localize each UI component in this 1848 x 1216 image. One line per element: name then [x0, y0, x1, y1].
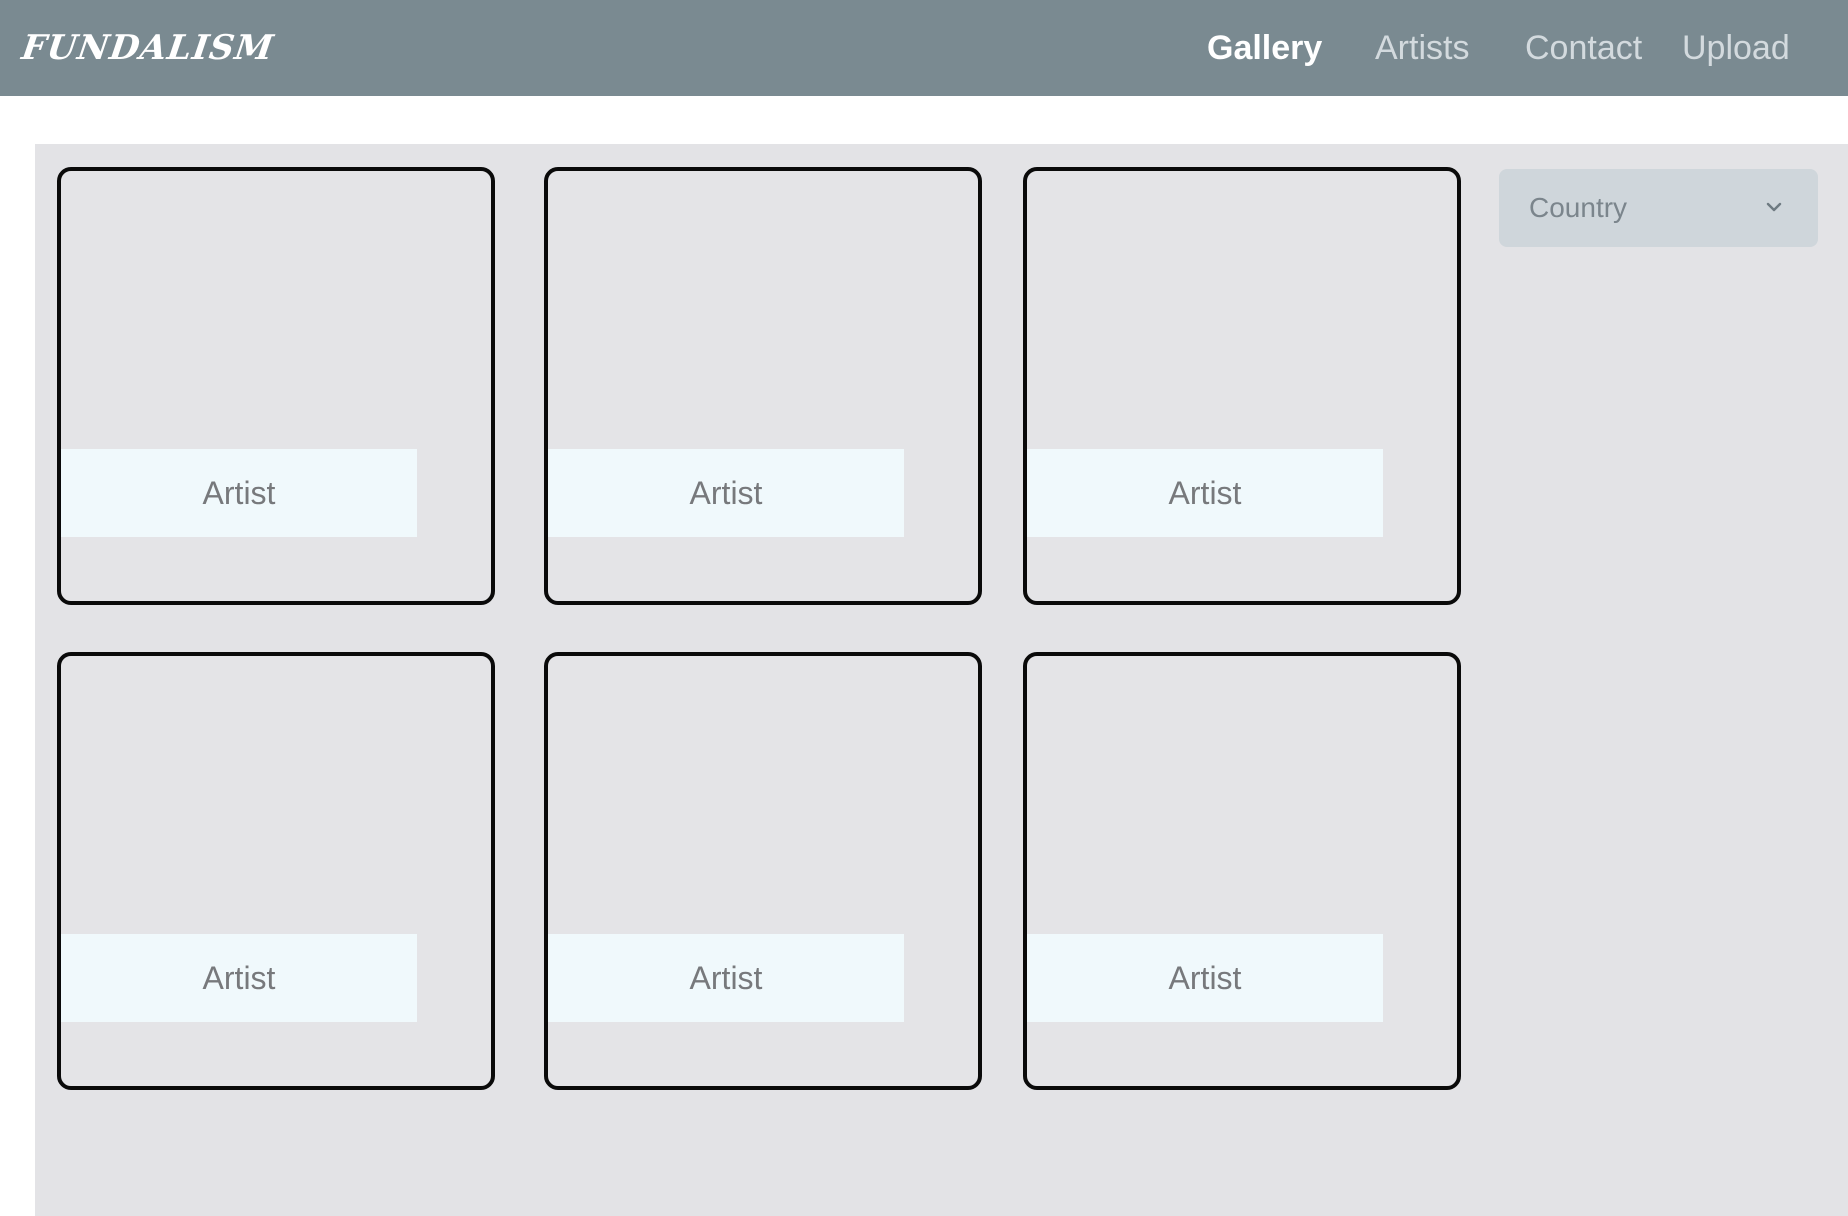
- brand-logo[interactable]: FUNDALISM: [19, 26, 277, 70]
- artist-label: Artist: [1027, 449, 1383, 537]
- gallery-card[interactable]: Artist: [544, 652, 982, 1090]
- gallery-card[interactable]: Artist: [57, 167, 495, 605]
- gallery-card[interactable]: Artist: [1023, 652, 1461, 1090]
- artist-label: Artist: [61, 934, 417, 1022]
- nav-contact[interactable]: Contact: [1525, 28, 1642, 68]
- artist-label: Artist: [548, 934, 904, 1022]
- gallery-card[interactable]: Artist: [1023, 167, 1461, 605]
- artist-label: Artist: [548, 449, 904, 537]
- artist-label: Artist: [61, 449, 417, 537]
- gallery-card[interactable]: Artist: [57, 652, 495, 1090]
- nav-upload[interactable]: Upload: [1682, 28, 1790, 68]
- nav-artists[interactable]: Artists: [1375, 28, 1469, 68]
- chevron-down-icon: [1766, 202, 1782, 212]
- gallery-card[interactable]: Artist: [544, 167, 982, 605]
- artist-label: Artist: [1027, 934, 1383, 1022]
- country-select-label: Country: [1529, 192, 1628, 223]
- country-select[interactable]: Country: [1499, 169, 1818, 247]
- nav-gallery[interactable]: Gallery: [1207, 28, 1322, 68]
- top-navbar: FUNDALISM Gallery Artists Contact Upload: [0, 0, 1848, 96]
